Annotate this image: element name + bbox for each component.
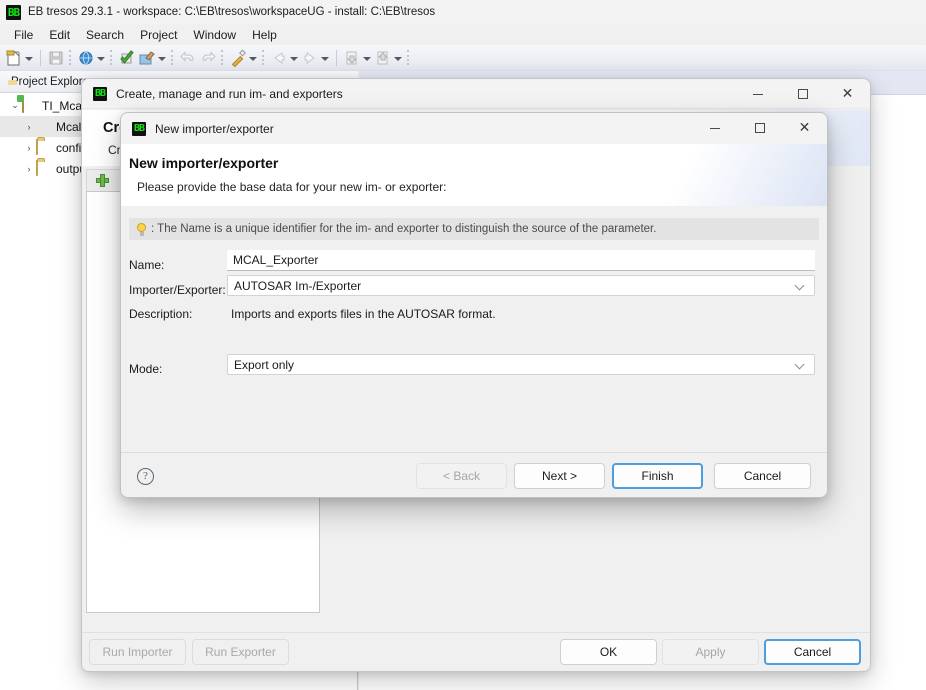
module-icon (36, 119, 52, 135)
toolbar-dots (262, 50, 266, 65)
wizard-header-title: New importer/exporter (129, 155, 278, 171)
menu-edit[interactable]: Edit (41, 26, 78, 44)
description-value: Imports and exports files in the AUTOSAR… (231, 307, 496, 321)
chevron-down-icon[interactable]: ⌄ (8, 100, 22, 111)
folder-icon (36, 140, 52, 156)
save-icon (47, 49, 65, 67)
name-label: Name: (129, 258, 164, 272)
folder-icon (36, 161, 52, 177)
menu-search[interactable]: Search (78, 26, 132, 44)
chevron-right-icon[interactable]: › (22, 164, 36, 174)
search-dropdown-arrow[interactable] (248, 50, 257, 66)
main-toolbar (0, 45, 926, 71)
eb-tresos-logo-icon (6, 5, 21, 20)
chevron-right-icon[interactable]: › (22, 143, 36, 153)
eb-tresos-logo-icon (132, 122, 146, 136)
back-dropdown-arrow (289, 50, 298, 66)
search-icon[interactable] (229, 49, 247, 67)
lightbulb-icon (137, 223, 146, 236)
wizard-header: New importer/exporter Please provide the… (121, 144, 827, 207)
mode-select-value: Export only (234, 358, 294, 372)
description-label: Description: (129, 307, 192, 321)
application-title: EB tresos 29.3.1 - workspace: C:\EB\tres… (28, 6, 435, 18)
project-icon (22, 98, 38, 114)
export-dropdown-arrow (393, 50, 402, 66)
minimize-icon[interactable] (735, 79, 780, 109)
undo-icon (179, 49, 197, 67)
back-button[interactable]: < Back (416, 463, 507, 489)
name-hint-bar: : The Name is a unique identifier for th… (129, 218, 819, 240)
add-importer-exporter-button[interactable] (91, 171, 113, 191)
run-exporter-button[interactable]: Run Exporter (192, 639, 289, 665)
run-importer-button[interactable]: Run Importer (89, 639, 186, 665)
next-button[interactable]: Next > (514, 463, 605, 489)
importer-exporter-select[interactable]: AUTOSAR Im-/Exporter (227, 275, 815, 296)
menu-project[interactable]: Project (132, 26, 185, 44)
maximize-icon[interactable] (737, 113, 782, 143)
wizard-header-subtitle: Please provide the base data for your ne… (137, 180, 447, 194)
wizard-banner-graphic (587, 144, 827, 206)
outer-dialog-footer: Run Importer Run Exporter OK Apply Cance… (82, 632, 870, 672)
importer-exporter-select-value: AUTOSAR Im-/Exporter (234, 279, 361, 293)
redo-icon (199, 49, 217, 67)
menu-file[interactable]: File (6, 26, 41, 44)
menu-window[interactable]: Window (185, 26, 244, 44)
menu-help[interactable]: Help (244, 26, 285, 44)
chevron-down-icon[interactable] (796, 360, 805, 369)
outer-dialog-title: Create, manage and run im- and exporters (116, 87, 343, 101)
generate-dropdown-arrow[interactable] (157, 50, 166, 66)
outer-window-buttons: ✕ (735, 79, 870, 109)
outer-dialog-titlebar[interactable]: Create, manage and run im- and exporters… (82, 79, 870, 109)
close-icon[interactable]: ✕ (825, 79, 870, 109)
finish-button[interactable]: Finish (612, 463, 703, 489)
name-hint-text: : The Name is a unique identifier for th… (151, 223, 656, 235)
import-icon (343, 49, 361, 67)
eb-tresos-logo-icon (93, 87, 107, 101)
ok-button[interactable]: OK (560, 639, 657, 665)
import-dropdown-arrow (362, 50, 371, 66)
new-importer-exporter-wizard: New importer/exporter ✕ New importer/exp… (120, 112, 828, 498)
toolbar-separator (40, 50, 41, 66)
help-question-icon[interactable]: ? (137, 468, 154, 485)
close-icon[interactable]: ✕ (782, 113, 827, 143)
export-icon (374, 49, 392, 67)
toolbar-dots (221, 50, 225, 65)
maximize-icon[interactable] (780, 79, 825, 109)
toolbar-dots (407, 50, 411, 65)
inner-window-buttons: ✕ (692, 113, 827, 143)
cancel-button[interactable]: Cancel (764, 639, 861, 665)
wizard-body: : The Name is a unique identifier for th… (121, 206, 827, 451)
apply-button[interactable]: Apply (662, 639, 759, 665)
back-icon (270, 49, 288, 67)
application-titlebar: EB tresos 29.3.1 - workspace: C:\EB\tres… (0, 0, 926, 24)
globe-dropdown-arrow[interactable] (96, 50, 105, 66)
menubar: File Edit Search Project Window Help (0, 24, 926, 45)
name-input[interactable] (227, 250, 815, 271)
forward-dropdown-arrow (320, 50, 329, 66)
importer-exporter-label: Importer/Exporter: (129, 283, 226, 297)
check-build-icon[interactable] (118, 49, 136, 67)
toolbar-separator (336, 50, 337, 66)
forward-icon (301, 49, 319, 67)
new-file-dropdown-arrow[interactable] (24, 50, 33, 66)
wizard-footer: ? < Back Next > Finish Cancel (121, 452, 827, 498)
minimize-icon[interactable] (692, 113, 737, 143)
toolbar-dots (69, 50, 73, 65)
generate-icon[interactable] (138, 49, 156, 67)
mode-select[interactable]: Export only (227, 354, 815, 375)
chevron-down-icon[interactable] (796, 281, 805, 290)
globe-icon[interactable] (77, 49, 95, 67)
inner-dialog-title: New importer/exporter (155, 122, 274, 136)
cancel-button[interactable]: Cancel (714, 463, 811, 489)
inner-dialog-titlebar[interactable]: New importer/exporter ✕ (121, 113, 827, 144)
mode-label: Mode: (129, 362, 162, 376)
new-file-icon[interactable] (5, 49, 23, 67)
toolbar-dots (171, 50, 175, 65)
chevron-right-icon[interactable]: › (22, 122, 36, 132)
toolbar-dots (110, 50, 114, 65)
